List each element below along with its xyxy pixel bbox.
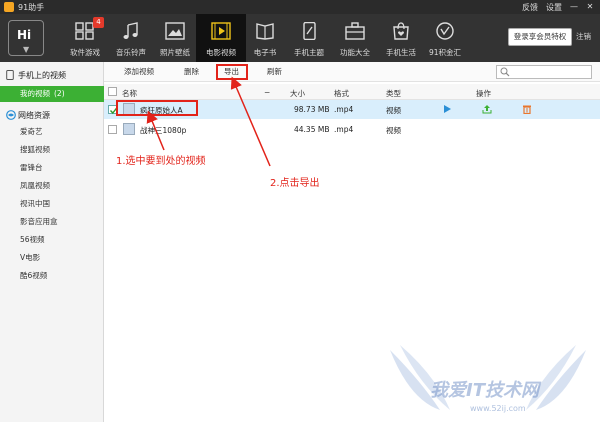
search-input[interactable] (513, 67, 589, 77)
row-format: .mp4 (334, 105, 354, 114)
sidebar-item-shixun[interactable]: 视讯中国 (0, 196, 104, 212)
sidebar-section-phone: 手机上的视频 (0, 66, 104, 84)
nav-life[interactable]: 手机生活 (376, 14, 426, 62)
row-name: 战神三1080p (140, 126, 187, 135)
row-type: 视频 (386, 106, 401, 115)
sidebar-section-label: 手机上的视频 (18, 71, 66, 80)
nav-label: 电子书 (253, 48, 277, 57)
chevron-down-icon: ▼ (23, 45, 30, 54)
phone-icon (6, 70, 14, 80)
nav-ebook[interactable]: 电子书 (240, 14, 290, 62)
nav-label: 91积金汇 (428, 48, 462, 57)
row-size: 98.73 MB (294, 105, 330, 114)
app-title: 91助手 (18, 3, 45, 12)
highlight-selected-row (116, 100, 198, 116)
add-video-button[interactable]: 添加视频 (124, 66, 154, 77)
app-logo-icon (4, 2, 14, 12)
logout-link[interactable]: 注销 (576, 31, 591, 42)
settings-link[interactable]: 设置 (546, 2, 562, 13)
minimize-button[interactable]: — (570, 2, 578, 13)
annotation-step1: 1.选中要到处的视频 (116, 156, 206, 167)
sidebar-item-vmovie[interactable]: V电影 (0, 250, 104, 266)
sidebar-section-label: 网络资源 (18, 111, 50, 120)
nav-theme[interactable]: 手机主题 (284, 14, 334, 62)
nav-apps-games[interactable]: 4 软件游戏 (60, 14, 110, 62)
nav-tools[interactable]: 功能大全 (330, 14, 380, 62)
column-type[interactable]: 类型 (386, 88, 401, 99)
nav-label: 音乐铃声 (116, 48, 146, 57)
film-icon (211, 22, 231, 40)
apps-update-badge: 4 (93, 17, 104, 28)
globe-icon (6, 110, 16, 120)
nav-music[interactable]: 音乐铃声 (106, 14, 156, 62)
nav-label: 手机主题 (294, 48, 324, 57)
column-name[interactable]: 名称 (122, 88, 137, 99)
row-size: 44.35 MB (294, 125, 330, 134)
delete-button[interactable]: 删除 (184, 66, 199, 77)
highlight-export-button (216, 64, 248, 80)
sidebar-item-count: (2) (54, 89, 65, 98)
watermark-text: 我爱IT技术网 (430, 380, 539, 401)
sidebar-item-phoenix[interactable]: 凤凰视频 (0, 178, 104, 194)
column-size[interactable]: 大小 (290, 88, 305, 99)
nav-label: 功能大全 (340, 48, 370, 57)
photo-icon (165, 22, 185, 40)
phone-theme-icon (303, 22, 316, 40)
sidebar-item-leifeng[interactable]: 雷锋台 (0, 160, 104, 176)
export-upload-icon[interactable] (482, 104, 492, 114)
sidebar-item-ku6[interactable]: 酷6视频 (0, 268, 104, 284)
search-box[interactable] (496, 65, 592, 79)
close-button[interactable]: ✕ (586, 2, 594, 13)
device-label: Hi (17, 28, 32, 42)
toolbar: 添加视频 删除 导出 刷新 (104, 62, 600, 82)
device-button[interactable]: Hi ▼ (8, 20, 44, 56)
nav-coins[interactable]: 91积金汇 (420, 14, 470, 62)
nav-label: 软件游戏 (70, 48, 100, 57)
column-format[interactable]: 格式 (334, 88, 349, 99)
table-header: 名称 − 大小 格式 类型 操作 (104, 84, 600, 100)
title-bar: 91助手 反馈 设置 — ✕ (0, 0, 600, 14)
sidebar-item-56[interactable]: 56视频 (0, 232, 104, 248)
sidebar-item-sohu[interactable]: 搜狐视频 (0, 142, 104, 158)
trash-icon[interactable] (522, 104, 532, 114)
watermark-url: www.52ij.com (470, 404, 526, 413)
search-icon (500, 67, 510, 77)
sidebar: 手机上的视频 我的视频 (2) 网络资源 爱奇艺 搜狐视频 雷锋台 凤凰视频 视讯… (0, 62, 104, 422)
toolbox-icon (345, 22, 365, 40)
row-checkbox[interactable] (108, 125, 117, 134)
nav-photos[interactable]: 照片壁纸 (150, 14, 200, 62)
sidebar-item-iqiyi[interactable]: 爱奇艺 (0, 124, 104, 140)
annotation-step2: 2.点击导出 (270, 178, 320, 189)
vip-login-button[interactable]: 登录享会员特权 (508, 28, 572, 46)
coin-icon (436, 22, 454, 40)
sidebar-item-media-box[interactable]: 影音应用盒 (0, 214, 104, 230)
row-format: .mp4 (334, 125, 354, 134)
nav-video[interactable]: 电影视频 (196, 14, 246, 62)
sidebar-item-my-video[interactable]: 我的视频 (2) (0, 86, 104, 102)
video-file-icon (123, 123, 135, 135)
top-nav: Hi ▼ 4 软件游戏 音乐铃声 照片壁纸 电影视频 电子书 手机主题 功能大全… (0, 14, 600, 62)
book-icon (256, 23, 274, 40)
shopping-bag-icon (393, 22, 409, 40)
play-icon[interactable] (442, 104, 452, 114)
music-note-icon (123, 22, 138, 39)
nav-label: 手机生活 (386, 48, 416, 57)
nav-label: 照片壁纸 (160, 48, 190, 57)
select-all-checkbox[interactable] (108, 87, 117, 96)
column-actions: 操作 (476, 89, 491, 98)
sidebar-item-label: 我的视频 (20, 89, 50, 98)
sidebar-section-network: 网络资源 (0, 106, 104, 124)
nav-label: 电影视频 (206, 48, 236, 57)
feedback-link[interactable]: 反馈 (522, 2, 538, 13)
table-row[interactable]: 战神三1080p 44.35 MB .mp4 视频 (104, 120, 600, 139)
row-type: 视频 (386, 126, 401, 135)
sort-toggle-icon[interactable]: − (264, 88, 270, 97)
apps-grid-icon (75, 22, 94, 40)
refresh-button[interactable]: 刷新 (267, 66, 282, 77)
